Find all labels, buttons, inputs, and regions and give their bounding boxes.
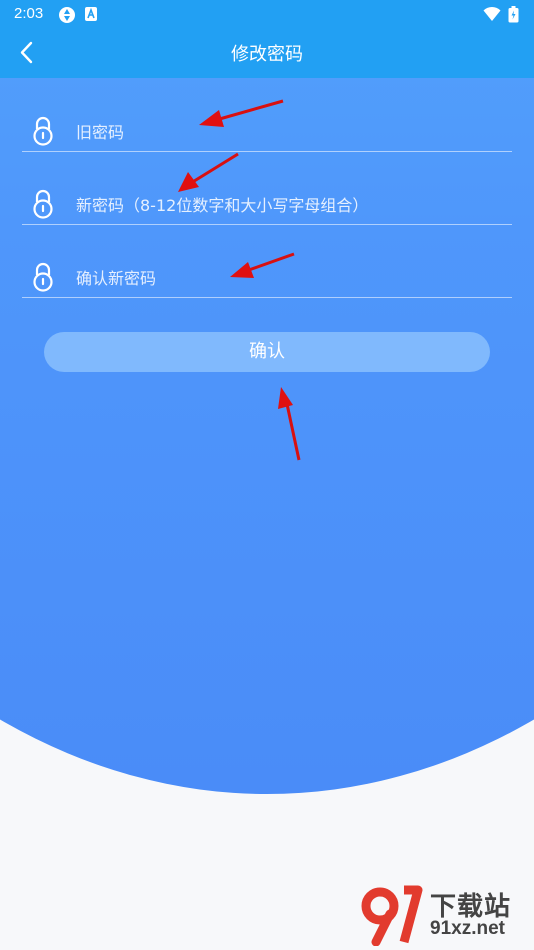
- new-password-row: [22, 184, 512, 225]
- status-bar: 2:03: [0, 0, 534, 28]
- old-password-input[interactable]: [76, 119, 496, 145]
- status-time: 2:03: [14, 5, 44, 22]
- app-bar: 修改密码: [0, 28, 534, 78]
- sync-notification-icon: [59, 7, 75, 23]
- page-title: 修改密码: [231, 44, 303, 65]
- confirm-password-input[interactable]: [76, 265, 496, 291]
- screen: 2:03 修改密码 确认 下载站 91xz.net: [0, 0, 534, 950]
- app-notification-icon: [85, 7, 97, 21]
- lock-icon: [33, 116, 53, 146]
- new-password-input[interactable]: [76, 192, 496, 218]
- lock-icon: [33, 189, 53, 219]
- confirm-button[interactable]: 确认: [44, 332, 490, 372]
- site-logo-icon: [361, 885, 423, 946]
- watermark-domain: 91xz.net: [430, 918, 505, 939]
- confirm-password-row: [22, 257, 512, 298]
- lock-icon: [33, 262, 53, 292]
- wifi-icon: [483, 6, 501, 21]
- old-password-row: [22, 111, 512, 152]
- watermark: 下载站 91xz.net: [360, 880, 530, 946]
- battery-icon: [508, 6, 519, 23]
